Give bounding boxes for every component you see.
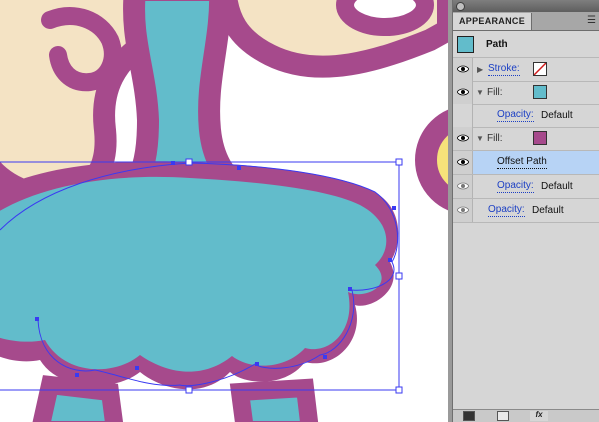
visibility-toggle[interactable]	[453, 199, 473, 222]
anchor-point[interactable]	[323, 355, 327, 359]
effect-row-offset-path[interactable]: Offset Path	[453, 151, 599, 175]
handle-bottom-right[interactable]	[395, 386, 403, 394]
visibility-toggle[interactable]	[453, 127, 473, 150]
panel-titlebar[interactable]	[453, 0, 599, 12]
handle-top-middle[interactable]	[185, 158, 193, 166]
appearance-header-row[interactable]: Path	[453, 31, 599, 58]
path-thumbnail-swatch	[457, 36, 474, 53]
eye-icon[interactable]	[457, 134, 469, 142]
panel-bottom-toolbar: fx	[453, 409, 599, 422]
white-puff-shape	[336, 0, 434, 36]
stroke-swatch-none[interactable]	[533, 62, 547, 76]
opacity-label[interactable]: Opacity:	[497, 109, 534, 122]
handle-middle-right[interactable]	[395, 272, 403, 280]
new-layer-icon[interactable]	[463, 411, 475, 421]
yellow-circle-shape	[415, 109, 448, 211]
anchor-point[interactable]	[237, 166, 241, 170]
anchor-point[interactable]	[255, 362, 259, 366]
offset-path-effect-link[interactable]: Offset Path	[497, 156, 547, 169]
fx-icon[interactable]: fx	[530, 411, 548, 421]
handle-top-right[interactable]	[395, 158, 403, 166]
artboard-canvas[interactable]	[0, 0, 448, 422]
eye-icon[interactable]	[457, 158, 469, 166]
visibility-toggle[interactable]	[453, 81, 473, 104]
disclosure-triangle-open-icon[interactable]: ▼	[476, 135, 484, 143]
fill-label: Fill:	[487, 133, 503, 144]
visibility-toggle[interactable]	[453, 175, 473, 198]
fill-swatch-purple[interactable]	[533, 131, 547, 145]
teal-leg-left	[32, 375, 124, 422]
opacity-value: Default	[541, 181, 573, 192]
disclosure-triangle-open-icon[interactable]: ▼	[476, 89, 484, 97]
eye-icon[interactable]	[457, 206, 469, 214]
anchor-point[interactable]	[348, 287, 352, 291]
eye-icon[interactable]	[457, 182, 469, 190]
anchor-point[interactable]	[171, 161, 175, 165]
visibility-toggle[interactable]	[453, 58, 473, 81]
anchor-point[interactable]	[388, 258, 392, 262]
fill-label: Fill:	[487, 87, 503, 98]
object-opacity-row[interactable]: Opacity: Default	[453, 199, 599, 223]
no-color-icon	[533, 62, 547, 76]
panel-tabbar: APPEARANCE ☰	[453, 12, 599, 31]
object-type-label: Path	[486, 39, 508, 50]
fill-swatch-teal[interactable]	[533, 85, 547, 99]
disclosure-triangle-icon[interactable]: ▶	[477, 66, 483, 74]
teal-leg-right	[229, 378, 319, 422]
eye-icon[interactable]	[457, 88, 469, 96]
eye-icon[interactable]	[457, 65, 469, 73]
fill-row[interactable]: ▼ Fill:	[453, 81, 599, 105]
artwork-illustration	[0, 0, 448, 422]
anchor-point[interactable]	[135, 366, 139, 370]
handle-bottom-middle[interactable]	[185, 386, 193, 394]
clear-icon[interactable]	[497, 411, 509, 421]
anchor-point[interactable]	[75, 373, 79, 377]
anchor-point[interactable]	[392, 206, 396, 210]
visibility-toggle[interactable]	[453, 151, 473, 174]
stroke-label[interactable]: Stroke:	[488, 63, 520, 76]
opacity-row[interactable]: Opacity: Default	[453, 104, 599, 128]
anchor-point[interactable]	[35, 317, 39, 321]
tab-appearance[interactable]: APPEARANCE	[453, 13, 533, 30]
opacity-value: Default	[541, 110, 573, 121]
skirt-fill-shape	[0, 176, 387, 372]
opacity-label[interactable]: Opacity:	[497, 180, 534, 193]
appearance-panel: APPEARANCE ☰ Path ▶ Stroke: ▼ Fill: Opac…	[452, 0, 599, 422]
close-icon[interactable]	[456, 2, 465, 11]
fill-row[interactable]: ▼ Fill:	[453, 127, 599, 151]
visibility-toggle-empty[interactable]	[453, 104, 473, 127]
opacity-value: Default	[532, 205, 564, 216]
opacity-row[interactable]: Opacity: Default	[453, 175, 599, 199]
panel-menu-icon[interactable]: ☰	[587, 14, 596, 28]
opacity-label[interactable]: Opacity:	[488, 204, 525, 217]
stroke-row[interactable]: ▶ Stroke:	[453, 58, 599, 82]
